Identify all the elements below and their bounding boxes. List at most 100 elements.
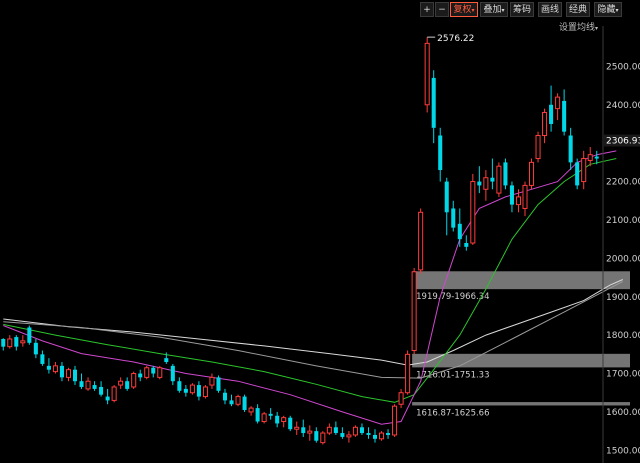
candle-body-up: [379, 432, 385, 440]
candle-body-down: [386, 433, 391, 435]
candle-body-down: [33, 342, 38, 355]
candle-body-down: [301, 427, 306, 434]
candle-body-down: [72, 369, 78, 382]
candle-body-down: [575, 162, 580, 186]
candle-body-down: [314, 431, 319, 441]
candle-body-down: [177, 381, 182, 391]
candle-body-up: [346, 434, 352, 438]
candlestick-chart[interactable]: 1919.79-1966.34 1716.01-1751.33 1616.87-16…: [0, 0, 640, 463]
candle-body-down: [451, 208, 456, 228]
candle-body-up: [7, 338, 13, 348]
candle-body-up: [235, 396, 241, 405]
price-zones: 1919.79-1966.34 1716.01-1751.33 1616.87-16…: [412, 271, 630, 418]
candle-body-up: [535, 135, 541, 160]
candle-body-up: [424, 42, 430, 106]
candle-body-down: [164, 358, 169, 363]
candle-body-up: [261, 413, 267, 423]
candle-body-down: [40, 354, 45, 364]
candle-body-down: [183, 388, 188, 393]
candle-body-down: [503, 162, 508, 186]
y-tick-label: 1900.00: [606, 293, 640, 303]
candle-body-down: [170, 365, 175, 382]
candle-body-up: [515, 196, 522, 206]
candle-body-up: [555, 96, 561, 110]
candle-body-up: [131, 373, 137, 388]
candle-body-down: [151, 367, 156, 374]
candle-body-up: [320, 432, 326, 444]
candle-body-up: [483, 177, 489, 190]
candle-body-up: [248, 407, 254, 413]
candle-body-down: [105, 396, 110, 401]
candle-body-up: [294, 426, 300, 430]
price-axis: 2500.002400.002300.002200.002100.002000.…: [602, 26, 640, 463]
y-tick-label: 2200.00: [606, 178, 640, 188]
candle-body-down: [490, 177, 495, 182]
candle-body-down: [46, 365, 51, 370]
y-tick-label: 1600.00: [606, 408, 640, 418]
candle-body-down: [255, 408, 260, 422]
candle-body-down: [125, 381, 130, 389]
price-zone-label: 1716.01-1751.33: [416, 370, 489, 380]
candle-body-down: [92, 385, 97, 389]
candle-body-up: [189, 384, 195, 394]
y-tick-label: 2500.00: [606, 62, 640, 72]
candle-body-up: [20, 340, 26, 344]
price-zone-band: [412, 402, 630, 406]
candle-body-down: [568, 135, 573, 163]
candle-body-up: [202, 386, 208, 398]
candle-body-down: [477, 181, 482, 186]
candle-body-down: [99, 386, 104, 395]
candle-body-down: [216, 377, 221, 391]
candle-body-down: [14, 337, 19, 347]
peak-label: 2576.22: [437, 34, 474, 44]
chart-annotations: 2576.22: [427, 34, 474, 44]
candle-body-up: [352, 426, 358, 436]
candle-body-up: [529, 161, 535, 186]
candle-body-up: [326, 426, 332, 434]
candle-body-down: [438, 135, 443, 171]
y-tick-label: 2400.00: [606, 101, 640, 111]
candle-body-down: [1, 338, 6, 347]
candle-body-up: [307, 430, 313, 434]
y-tick-label: 1800.00: [606, 331, 640, 341]
candle-body-down: [372, 434, 378, 439]
candle-body-up: [411, 271, 417, 352]
candle-body-down: [594, 156, 599, 159]
candle-body-down: [59, 365, 64, 378]
candle-body-up: [144, 367, 150, 378]
candle-body-up: [522, 184, 528, 209]
candle-body-up: [581, 158, 587, 183]
candle-body-up: [52, 365, 58, 373]
price-zone-band: [412, 353, 630, 368]
candle-body-down: [275, 415, 280, 424]
y-tick-label: 1500.00: [606, 446, 640, 456]
candles: [1, 37, 599, 445]
candle-body-down: [288, 417, 293, 430]
candle-body-up: [587, 154, 593, 161]
candle-body-up: [542, 111, 548, 137]
candle-body-down: [196, 385, 201, 397]
candle-body-down: [366, 433, 371, 435]
candle-body-down: [340, 433, 345, 437]
candle-body-down: [79, 381, 84, 387]
price-zone-label: 1919.79-1966.34: [416, 292, 489, 302]
candle-body-down: [444, 181, 449, 213]
candle-body-down: [457, 223, 462, 240]
candle-body-up: [281, 417, 287, 423]
price-zone-label: 1616.87-1625.66: [416, 408, 489, 418]
candle-body-down: [464, 243, 469, 247]
y-tick-label: 2000.00: [606, 254, 640, 264]
candle-body-up: [209, 376, 215, 386]
candle-body-down: [562, 100, 567, 132]
candle-body-down: [27, 327, 32, 343]
candle-body-up: [418, 211, 424, 271]
candle-body-up: [65, 369, 71, 378]
candle-body-up: [392, 405, 398, 436]
candle-body-up: [470, 181, 476, 244]
moving-average-line: [3, 279, 624, 366]
price-zone-band: [412, 271, 630, 290]
candle-body-down: [509, 185, 514, 205]
candle-body-up: [157, 367, 163, 378]
current-price-label: 2306.93: [606, 137, 640, 147]
candle-body-down: [333, 427, 338, 434]
